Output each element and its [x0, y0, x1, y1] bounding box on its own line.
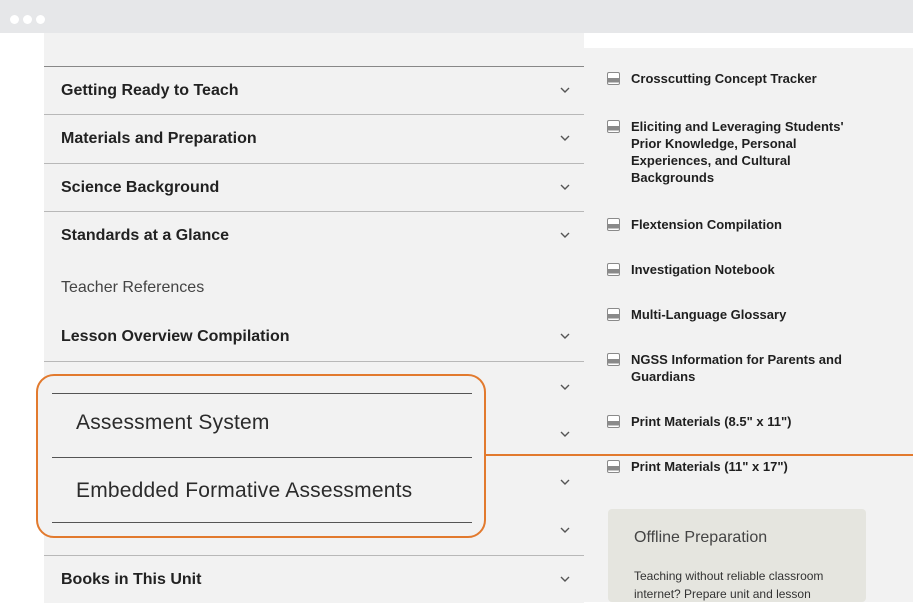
- accordion-label: Materials and Preparation: [61, 130, 257, 147]
- chevron-down-icon: [560, 382, 570, 392]
- pdf-icon: [607, 353, 620, 366]
- pdf-icon: [607, 460, 620, 473]
- resource-link[interactable]: Investigation Notebook: [607, 261, 867, 278]
- pdf-icon: [607, 120, 620, 133]
- offline-text: Teaching without reliable classroom inte…: [634, 569, 824, 601]
- divider: [52, 522, 472, 523]
- accordion-materials[interactable]: Materials and Preparation: [44, 114, 584, 162]
- pdf-icon: [607, 263, 620, 276]
- offline-preparation-card: Offline Preparation Teaching without rel…: [608, 509, 866, 602]
- accordion-label: Science Background: [61, 179, 220, 196]
- offline-heading: Offline Preparation: [634, 529, 768, 546]
- accordion-label: Getting Ready to Teach: [61, 82, 239, 99]
- divider: [52, 457, 472, 458]
- accordion-standards[interactable]: Standards at a Glance: [44, 211, 584, 259]
- pdf-icon: [607, 308, 620, 321]
- assessment-system-link[interactable]: Assessment System: [76, 411, 270, 435]
- chevron-down-icon: [560, 133, 570, 143]
- minimize-window-button[interactable]: [23, 15, 32, 24]
- resource-label: Eliciting and Leveraging Students' Prior…: [631, 119, 844, 185]
- accordion-label: Lesson Overview Compilation: [61, 328, 290, 345]
- accordion-lesson-overview[interactable]: Lesson Overview Compilation: [44, 313, 584, 361]
- section-heading: Teacher References: [61, 279, 205, 296]
- resource-link[interactable]: Crosscutting Concept Tracker: [607, 70, 867, 87]
- maximize-window-button[interactable]: [36, 15, 45, 24]
- chevron-down-icon: [560, 85, 570, 95]
- accordion-getting-ready[interactable]: Getting Ready to Teach: [44, 66, 584, 114]
- embedded-formative-assessments-link[interactable]: Embedded Formative Assessments: [76, 479, 412, 503]
- resource-label: Crosscutting Concept Tracker: [631, 71, 817, 86]
- resource-link[interactable]: Flextension Compilation: [607, 216, 867, 233]
- divider: [52, 393, 472, 394]
- resource-link[interactable]: Print Materials (11" x 17"): [607, 458, 867, 475]
- chevron-down-icon: [560, 331, 570, 341]
- browser-titlebar: [0, 0, 913, 33]
- chevron-down-icon: [560, 429, 570, 439]
- resource-link[interactable]: NGSS Information for Parents and Guardia…: [607, 351, 867, 385]
- resource-link[interactable]: Multi-Language Glossary: [607, 306, 867, 323]
- chevron-down-icon: [560, 230, 570, 240]
- chevron-down-icon: [560, 525, 570, 535]
- chevron-down-icon: [560, 574, 570, 584]
- callout-connector-line: [486, 454, 913, 456]
- pdf-icon: [607, 218, 620, 231]
- accordion-label: Books in This Unit: [61, 571, 202, 588]
- window-controls: [10, 15, 45, 24]
- pdf-icon: [607, 415, 620, 428]
- resource-label: NGSS Information for Parents and Guardia…: [631, 352, 842, 384]
- highlight-callout: Assessment System Embedded Formative Ass…: [36, 374, 486, 538]
- resource-label: Print Materials (8.5" x 11"): [631, 414, 792, 429]
- chevron-down-icon: [560, 477, 570, 487]
- accordion-books[interactable]: Books in This Unit: [44, 555, 584, 603]
- resource-label: Flextension Compilation: [631, 217, 782, 232]
- resource-label: Multi-Language Glossary: [631, 307, 787, 322]
- pdf-icon: [607, 72, 620, 85]
- resource-label: Investigation Notebook: [631, 262, 775, 277]
- resource-label: Print Materials (11" x 17"): [631, 459, 788, 474]
- accordion-label: Standards at a Glance: [61, 227, 230, 244]
- resource-link[interactable]: Print Materials (8.5" x 11"): [607, 413, 867, 430]
- chevron-down-icon: [560, 182, 570, 192]
- close-window-button[interactable]: [10, 15, 19, 24]
- resource-link[interactable]: Eliciting and Leveraging Students' Prior…: [607, 118, 867, 186]
- accordion-science-background[interactable]: Science Background: [44, 163, 584, 211]
